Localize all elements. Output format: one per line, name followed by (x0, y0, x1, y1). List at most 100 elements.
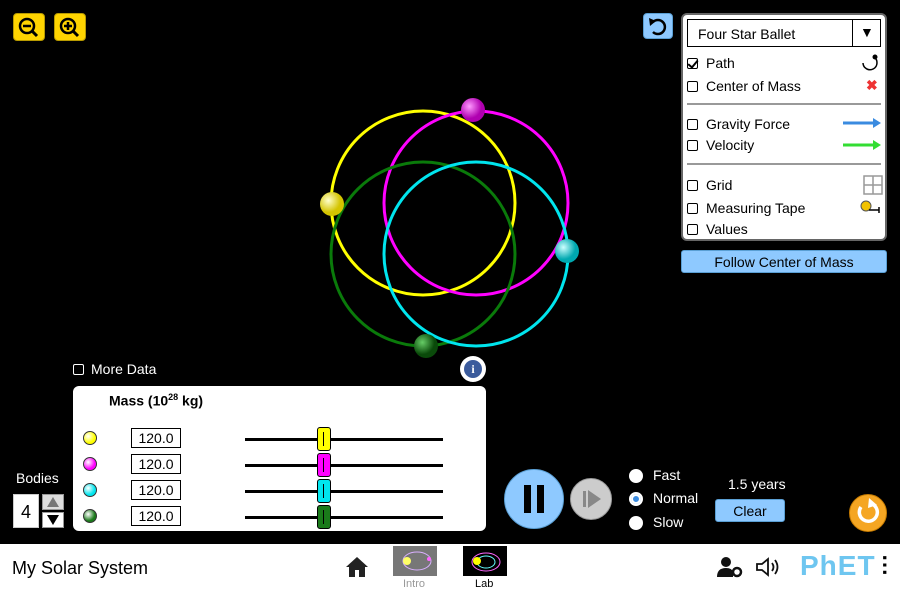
body-color-icon (83, 457, 97, 471)
pause-button[interactable] (504, 469, 564, 529)
speed-fast-label: Fast (653, 467, 681, 483)
mass-slider-track[interactable] (245, 427, 443, 451)
speed-fast-radio[interactable] (629, 469, 643, 483)
checkbox-icon (687, 223, 698, 235)
checkbox-icon (687, 179, 698, 191)
mass-row: 120.0 (73, 427, 483, 451)
info-icon: i (464, 360, 482, 378)
magenta-body[interactable] (461, 98, 485, 122)
gravity-force-checkbox[interactable]: Gravity Force (687, 114, 790, 134)
follow-center-of-mass-label: Follow Center of Mass (714, 253, 854, 270)
mass-value-field[interactable]: 120.0 (131, 454, 181, 474)
velocity-checkbox[interactable]: Velocity (687, 135, 754, 155)
step-forward-button[interactable] (570, 478, 612, 520)
audio-icon[interactable] (755, 556, 783, 578)
restart-orbit-button[interactable] (643, 13, 673, 39)
kebab-menu-icon[interactable]: ⋯ (873, 554, 898, 576)
clear-button[interactable]: Clear (715, 499, 785, 522)
pause-icon-bar (537, 485, 544, 513)
path-checkbox[interactable]: Path (687, 53, 735, 73)
more-data-checkbox[interactable]: More Data (73, 360, 156, 378)
info-button[interactable]: i (460, 356, 486, 382)
body-color-icon (83, 509, 97, 523)
measuring-tape-label: Measuring Tape (706, 200, 806, 216)
lab-thumbnail (463, 546, 507, 576)
checkbox-icon (687, 118, 698, 130)
path-label: Path (706, 55, 735, 71)
values-label: Values (706, 221, 748, 237)
mass-slider-thumb[interactable] (317, 479, 332, 503)
home-icon[interactable] (345, 556, 369, 578)
bodies-decrement-button[interactable] (42, 512, 64, 528)
center-of-mass-x-icon: ✖ (866, 77, 878, 93)
speed-slow-radio[interactable] (629, 516, 643, 530)
path-check-icon (687, 57, 698, 69)
mass-value-field[interactable]: 120.0 (131, 480, 181, 500)
app-title: My Solar System (12, 558, 149, 578)
cyan-orbit-path (382, 160, 570, 348)
grid-label: Grid (706, 177, 733, 193)
undo-arrow-icon (649, 18, 667, 36)
lab-label: Lab (475, 578, 494, 590)
intro-label: Intro (403, 578, 426, 590)
options-panel: Four Star Ballet ▼ Path Center of Mass ✖… (681, 13, 887, 241)
mass-value-field[interactable]: 120.0 (131, 506, 181, 526)
mass-panel: Mass (1028 kg) 120.0 120.0 120.0 120.0 (73, 386, 486, 531)
pause-icon (524, 485, 531, 513)
speed-normal-radio[interactable] (629, 492, 643, 506)
intro-thumbnail (393, 546, 437, 576)
values-checkbox[interactable]: Values (687, 219, 748, 239)
triangle-up-icon (47, 497, 59, 507)
more-data-label: More Data (91, 361, 157, 377)
yellow-orbit-path (329, 109, 517, 297)
divider (687, 163, 881, 165)
center-of-mass-checkbox[interactable]: Center of Mass (687, 76, 801, 96)
speed-radio-group: Fast Normal Slow (629, 467, 709, 537)
grid-checkbox[interactable]: Grid (687, 175, 732, 195)
checkbox-icon (687, 202, 698, 214)
mass-row: 120.0 (73, 479, 483, 503)
navigation-bar: My Solar System Intro Lab PhET ⋯ (0, 544, 900, 591)
reset-icon (857, 498, 880, 523)
mass-slider-thumb[interactable] (317, 505, 332, 529)
mass-slider-thumb[interactable] (317, 427, 332, 451)
path-icon (862, 54, 878, 71)
preset-select[interactable]: Four Star Ballet ▼ (687, 19, 881, 47)
mass-slider-track[interactable] (245, 505, 443, 529)
cyan-body[interactable] (555, 239, 579, 263)
grid-icon (863, 175, 883, 195)
elapsed-time: 1.5 years (728, 476, 786, 492)
measuring-tape-icon (860, 200, 880, 213)
preset-value: Four Star Ballet (698, 26, 796, 42)
measuring-tape-checkbox[interactable]: Measuring Tape (687, 198, 805, 218)
triangle-down-icon (47, 515, 59, 525)
dropdown-divider (852, 20, 853, 46)
checkbox-icon (73, 363, 84, 375)
bodies-increment-button[interactable] (42, 494, 64, 510)
speed-normal-label: Normal (653, 490, 699, 506)
mass-title: Mass (1028 kg) (109, 392, 204, 409)
body-color-icon (83, 483, 97, 497)
mass-row: 120.0 (73, 505, 483, 529)
mass-slider-thumb[interactable] (317, 453, 332, 477)
velocity-label: Velocity (706, 137, 755, 153)
blue-arrow-icon (843, 118, 881, 128)
mass-slider-track[interactable] (245, 479, 443, 503)
follow-center-of-mass-button[interactable]: Follow Center of Mass (681, 250, 887, 273)
screen-intro-button[interactable]: Intro (393, 546, 437, 590)
mass-value-field[interactable]: 120.0 (131, 428, 181, 448)
screen-lab-button[interactable]: Lab (463, 546, 507, 590)
checkbox-icon (687, 80, 698, 92)
reset-all-button[interactable] (849, 494, 887, 532)
yellow-body[interactable] (320, 192, 344, 216)
green-body[interactable] (414, 334, 438, 358)
clear-label: Clear (733, 502, 767, 519)
speed-slow-label: Slow (653, 514, 684, 530)
body-color-icon (83, 431, 97, 445)
green-arrow-icon (843, 140, 881, 150)
preferences-icon[interactable] (717, 556, 743, 578)
magenta-orbit-path (382, 109, 570, 297)
phet-logo[interactable]: PhET (800, 550, 876, 582)
bodies-label: Bodies (16, 470, 59, 486)
mass-slider-track[interactable] (245, 453, 443, 477)
